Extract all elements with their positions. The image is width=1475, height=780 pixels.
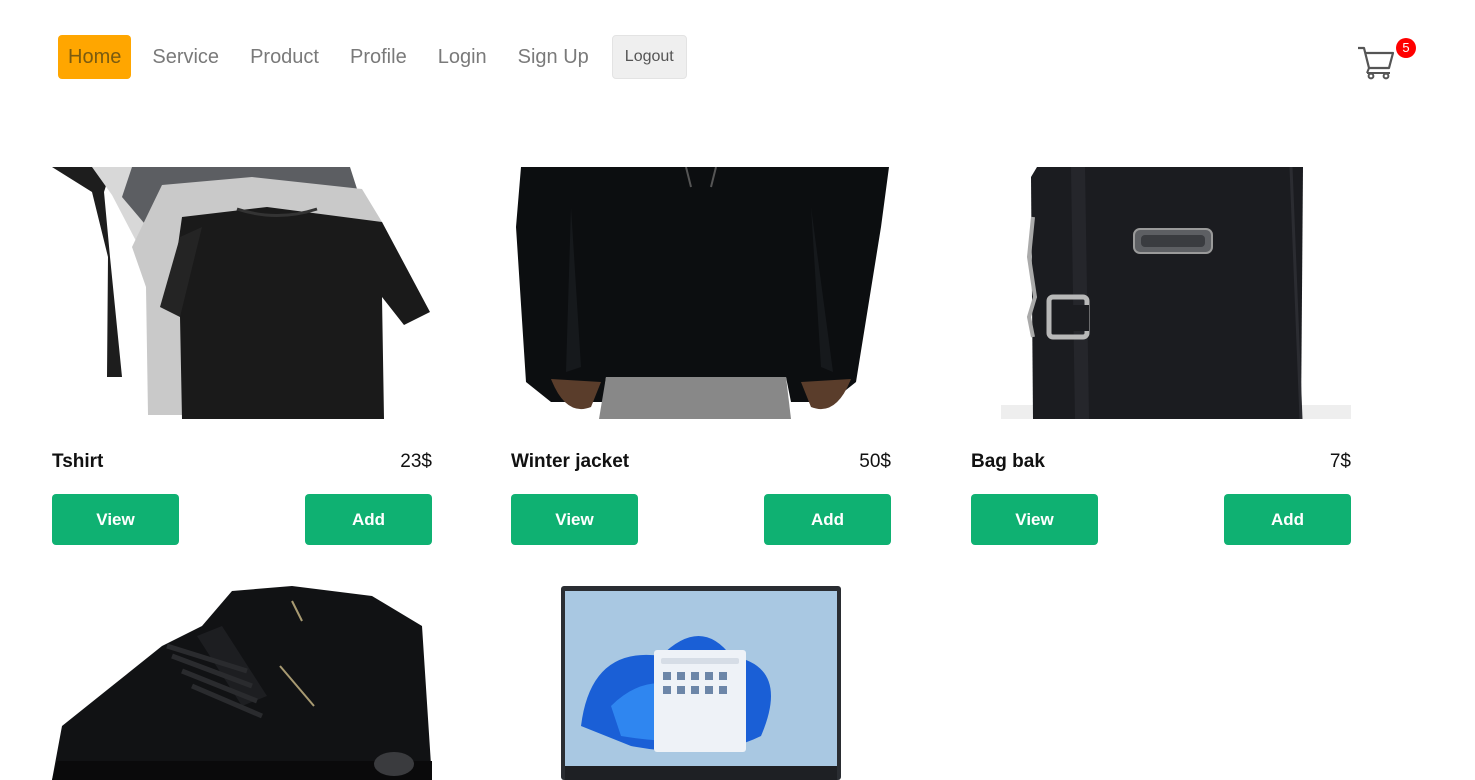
product-price: 7$ bbox=[1329, 451, 1351, 472]
product-card bbox=[52, 586, 432, 780]
nav-product-link[interactable]: Product bbox=[240, 35, 329, 79]
product-image-sneaker[interactable] bbox=[52, 586, 432, 780]
add-to-cart-button[interactable]: Add bbox=[1224, 494, 1351, 545]
product-card: Winter jacket 50$ View Add bbox=[511, 167, 891, 545]
nav-signup-link[interactable]: Sign Up bbox=[508, 35, 599, 79]
nav-profile-link[interactable]: Profile bbox=[340, 35, 417, 79]
main-nav: Home Service Product Profile Login Sign … bbox=[58, 34, 687, 80]
product-price: 23$ bbox=[400, 451, 432, 472]
product-card: Bag bak 7$ View Add bbox=[971, 167, 1351, 545]
cart-count-badge: 5 bbox=[1396, 38, 1416, 58]
product-card bbox=[511, 586, 891, 780]
view-button[interactable]: View bbox=[971, 494, 1098, 545]
view-button[interactable]: View bbox=[511, 494, 638, 545]
product-name: Winter jacket bbox=[511, 451, 630, 472]
nav-home-link[interactable]: Home bbox=[58, 35, 132, 79]
product-price: 50$ bbox=[859, 451, 891, 472]
cart-button[interactable]: 5 bbox=[1356, 38, 1418, 82]
nav-service-link[interactable]: Service bbox=[142, 35, 229, 79]
product-image-winter-jacket[interactable] bbox=[511, 167, 891, 419]
product-image-laptop[interactable] bbox=[511, 586, 891, 780]
add-to-cart-button[interactable]: Add bbox=[305, 494, 432, 545]
cart-icon bbox=[1358, 46, 1395, 80]
product-name: Tshirt bbox=[52, 451, 104, 472]
add-to-cart-button[interactable]: Add bbox=[764, 494, 891, 545]
view-button[interactable]: View bbox=[52, 494, 179, 545]
product-image-tshirt[interactable] bbox=[52, 167, 432, 419]
product-card: Tshirt 23$ View Add bbox=[52, 167, 432, 545]
product-image-bag[interactable] bbox=[971, 167, 1351, 419]
product-name: Bag bak bbox=[971, 451, 1045, 472]
nav-login-link[interactable]: Login bbox=[428, 35, 497, 79]
logout-button[interactable]: Logout bbox=[611, 35, 687, 79]
